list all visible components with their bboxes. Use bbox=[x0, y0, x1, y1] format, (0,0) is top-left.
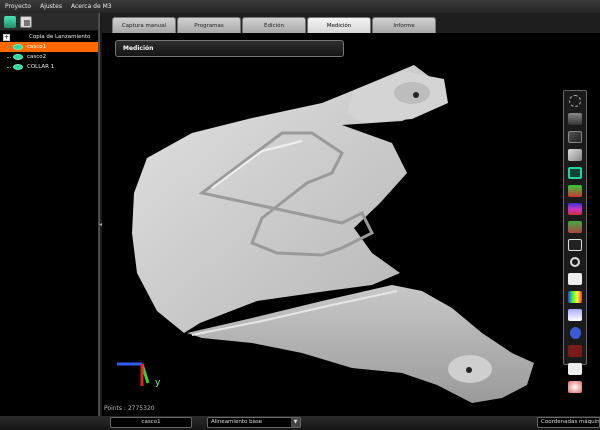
tree-item-label: casco1 bbox=[27, 44, 47, 50]
mesh-icon bbox=[13, 64, 23, 70]
fit-view-icon[interactable] bbox=[568, 239, 582, 251]
tree-connector bbox=[7, 66, 11, 68]
tab-bar: Captura manual Programas Edición Medició… bbox=[102, 13, 600, 33]
mesh-icon bbox=[13, 44, 23, 50]
tab-captura-manual[interactable]: Captura manual bbox=[112, 17, 176, 33]
mesh-select-icon[interactable] bbox=[568, 167, 582, 179]
light-icon[interactable] bbox=[568, 381, 582, 393]
tree-item-label: casco2 bbox=[27, 54, 47, 60]
tree-connector bbox=[7, 46, 11, 48]
tab-informe[interactable]: Informe bbox=[372, 17, 436, 33]
alignment-value: Alineamiento base bbox=[211, 419, 263, 425]
screenshot-icon[interactable] bbox=[568, 273, 582, 285]
axis-triad: y bbox=[117, 362, 161, 388]
tab-edicion[interactable]: Edición bbox=[242, 17, 306, 33]
tree-item-casco2[interactable]: casco2 bbox=[0, 52, 98, 62]
project-toolbar bbox=[0, 13, 98, 31]
view-toolbar bbox=[563, 90, 587, 393]
pivot-ring bbox=[394, 82, 430, 104]
trash-icon[interactable] bbox=[20, 15, 32, 28]
coordinate-system-field[interactable]: Coordenadas máquina bbox=[537, 417, 600, 428]
settings-icon[interactable] bbox=[569, 327, 581, 339]
panel-title: Medición bbox=[123, 45, 154, 52]
tree-item-collar1[interactable]: COLLAR 1 bbox=[0, 62, 98, 72]
measurement-panel-header[interactable]: Medición bbox=[115, 40, 344, 57]
menu-proyecto[interactable]: Proyecto bbox=[5, 3, 31, 10]
color-scale-icon[interactable] bbox=[568, 291, 582, 303]
view-mode-icon[interactable] bbox=[568, 113, 582, 125]
tree-root-label: Copia de Lanzamiento bbox=[29, 34, 91, 40]
current-object-field: casco1 bbox=[110, 417, 192, 428]
chevron-down-icon[interactable]: ▼ bbox=[291, 418, 300, 427]
mesh-icon bbox=[13, 54, 23, 60]
points-count: Points : 2775320 bbox=[104, 405, 155, 412]
color-map-icon[interactable] bbox=[568, 185, 582, 197]
menu-acerca[interactable]: Acerca de M3 bbox=[71, 3, 112, 10]
menu-bar: Proyecto Ajustes Acerca de M3 bbox=[0, 0, 600, 13]
solid-icon[interactable] bbox=[568, 363, 582, 375]
mesh-layers-button[interactable] bbox=[4, 15, 16, 28]
alignment-select[interactable]: Alineamiento base ▼ bbox=[207, 417, 301, 428]
visor-pivot-hole bbox=[466, 367, 472, 373]
tree-connector bbox=[7, 56, 11, 58]
menu-ajustes[interactable]: Ajustes bbox=[40, 3, 62, 10]
clipping-icon[interactable] bbox=[568, 131, 582, 143]
3d-viewport[interactable]: y Medición Points : 2775320 bbox=[102, 33, 600, 416]
smooth-icon[interactable] bbox=[568, 149, 582, 161]
transparency-icon[interactable] bbox=[569, 95, 581, 107]
status-bar: casco1 Alineamiento base ▼ Coordenadas m… bbox=[0, 416, 600, 430]
tab-programas[interactable]: Programas bbox=[177, 17, 241, 33]
axis-y-label: y bbox=[155, 378, 161, 388]
expand-icon[interactable]: + bbox=[3, 33, 10, 41]
tree-root[interactable]: + Copia de Lanzamiento bbox=[0, 32, 98, 42]
tree-item-label: COLLAR 1 bbox=[27, 64, 55, 70]
texture-icon[interactable] bbox=[568, 345, 582, 357]
tab-medicion[interactable]: Medición bbox=[307, 17, 371, 33]
project-panel: + Copia de Lanzamiento casco1 casco2 COL… bbox=[0, 13, 99, 416]
zoom-icon[interactable] bbox=[570, 257, 580, 267]
pivot-hole bbox=[413, 92, 419, 98]
project-tree: + Copia de Lanzamiento casco1 casco2 COL… bbox=[0, 31, 98, 72]
section-icon[interactable] bbox=[568, 221, 582, 233]
deviation-map-icon[interactable] bbox=[568, 203, 582, 215]
scanned-helmet-model: y bbox=[117, 65, 534, 403]
layers-icon[interactable] bbox=[568, 309, 582, 321]
tree-item-casco1[interactable]: casco1 bbox=[0, 42, 98, 52]
